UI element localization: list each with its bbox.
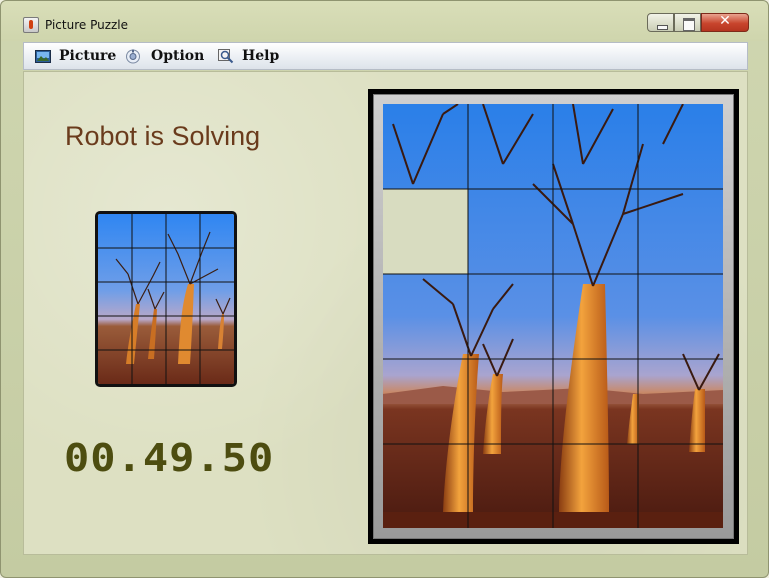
puzzle-board[interactable]	[383, 104, 723, 528]
menu-help[interactable]: Help	[218, 48, 288, 66]
elapsed-timer: 00.49.50	[64, 434, 275, 481]
help-icon	[218, 49, 234, 64]
preview-image	[98, 214, 234, 384]
menu-picture-label: Picture	[59, 48, 117, 64]
close-button[interactable]: ✕	[701, 13, 749, 32]
empty-tile[interactable]	[383, 189, 468, 274]
preview-thumbnail	[95, 211, 237, 387]
minimize-button[interactable]	[647, 13, 674, 32]
menu-help-label: Help	[242, 48, 280, 64]
menu-picture[interactable]: Picture	[35, 48, 117, 66]
java-app-icon	[23, 17, 39, 33]
status-text: Robot is Solving	[65, 121, 261, 151]
picture-icon	[35, 50, 51, 63]
menu-option-label: Option	[151, 48, 205, 64]
menu-bar: Picture Option Help	[23, 42, 748, 70]
option-icon	[126, 49, 140, 64]
menu-option[interactable]: Option	[125, 48, 205, 66]
puzzle-image	[383, 104, 723, 528]
maximize-button[interactable]	[674, 13, 701, 32]
title-bar[interactable]: Picture Puzzle ✕	[1, 1, 768, 41]
window-title: Picture Puzzle	[45, 18, 129, 32]
close-icon: ✕	[719, 13, 731, 29]
